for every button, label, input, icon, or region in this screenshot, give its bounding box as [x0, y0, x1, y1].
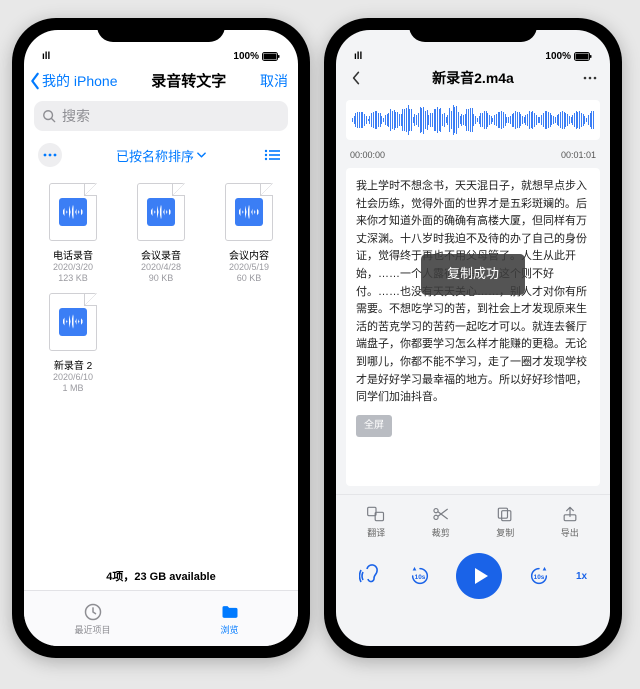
toast: 复制成功: [421, 254, 525, 295]
file-item[interactable]: 电话录音 2020/3/20123 KB: [30, 179, 116, 285]
chevron-left-icon: [28, 72, 42, 90]
battery-icon: [262, 52, 280, 61]
skip-back-button[interactable]: 10s: [409, 565, 431, 587]
more-button[interactable]: [38, 143, 62, 167]
play-icon: [472, 567, 490, 585]
time-row: 00:00:00 00:01:01: [336, 144, 610, 168]
play-button[interactable]: [456, 553, 502, 599]
copy-icon: [495, 505, 515, 523]
skip-forward-icon: 10s: [528, 565, 550, 587]
ear-icon: [359, 564, 383, 588]
translate-icon: [366, 505, 386, 523]
page-title: 录音转文字: [151, 70, 226, 91]
storage-status: 4项，23 GB available: [24, 558, 298, 590]
svg-text:10s: 10s: [534, 574, 545, 581]
phone-left: ıll 100% 我的 iPhone 录音转文字 取消 搜索 已按名称排序: [12, 18, 310, 658]
nav-bar: 我的 iPhone 录音转文字 取消: [24, 64, 298, 97]
search-placeholder: 搜索: [62, 106, 90, 126]
translate-button[interactable]: 翻译: [344, 505, 409, 539]
search-input[interactable]: 搜索: [34, 101, 288, 131]
time-end: 00:01:01: [561, 150, 596, 160]
audio-file-icon: [225, 183, 273, 241]
cancel-button[interactable]: 取消: [260, 71, 288, 91]
trim-button[interactable]: 裁剪: [409, 505, 474, 539]
sort-button[interactable]: 已按名称排序: [116, 146, 206, 165]
signal-icon: ıll: [42, 51, 50, 62]
ellipsis-icon[interactable]: [582, 70, 598, 86]
transcript-panel[interactable]: 我上学时不想念书，天天混日子，就想早点步入社会历练，觉得外面的世界才是五彩斑斓的…: [346, 168, 600, 486]
back-button[interactable]: 我的 iPhone: [28, 71, 117, 91]
speed-button[interactable]: 1x: [576, 571, 587, 582]
file-item[interactable]: 会议录音 2020/4/2890 KB: [118, 179, 204, 285]
earpiece-button[interactable]: [359, 564, 383, 588]
sort-row: 已按名称排序: [24, 135, 298, 173]
waveform[interactable]: [346, 100, 600, 140]
list-view-button[interactable]: [260, 143, 284, 167]
clock-icon: [82, 602, 104, 622]
tab-bar: 最近项目 浏览: [24, 590, 298, 646]
tab-recent[interactable]: 最近项目: [24, 591, 161, 646]
phone-right: ıll 100% 新录音2.m4a 00:00:00 00:01:01 我上学时…: [324, 18, 622, 658]
back-button[interactable]: [348, 70, 364, 86]
folder-icon: [219, 602, 241, 622]
player-controls: 10s 10s 1x: [336, 543, 610, 619]
export-icon: [560, 505, 580, 523]
list-icon: [264, 149, 280, 161]
notch: [97, 18, 225, 42]
scissors-icon: [431, 505, 451, 523]
audio-file-icon: [49, 183, 97, 241]
battery-pct: 100%: [545, 51, 571, 62]
file-item[interactable]: 新录音 2 2020/6/101 MB: [30, 289, 116, 395]
signal-icon: ıll: [354, 51, 362, 62]
chevron-down-icon: [197, 152, 206, 158]
page-title: 新录音2.m4a: [432, 68, 514, 88]
file-grid: 电话录音 2020/3/20123 KB 会议录音 2020/4/2890 KB…: [24, 173, 298, 558]
audio-file-icon: [137, 183, 185, 241]
time-start: 00:00:00: [350, 150, 385, 160]
skip-back-icon: 10s: [409, 565, 431, 587]
copy-button[interactable]: 复制: [473, 505, 538, 539]
file-item[interactable]: 会议内容 2020/5/1960 KB: [206, 179, 292, 285]
battery-pct: 100%: [233, 51, 259, 62]
fullscreen-button[interactable]: 全屏: [356, 415, 392, 437]
search-icon: [42, 109, 56, 123]
action-row: 翻译 裁剪 复制 导出: [336, 494, 610, 543]
svg-text:10s: 10s: [414, 574, 425, 581]
back-label: 我的 iPhone: [42, 71, 117, 91]
export-button[interactable]: 导出: [538, 505, 603, 539]
nav-bar: 新录音2.m4a: [336, 64, 610, 96]
notch: [409, 18, 537, 42]
battery-icon: [574, 52, 592, 61]
skip-forward-button[interactable]: 10s: [528, 565, 550, 587]
audio-file-icon: [49, 293, 97, 351]
tab-browse[interactable]: 浏览: [161, 591, 298, 646]
ellipsis-icon: [43, 153, 57, 157]
